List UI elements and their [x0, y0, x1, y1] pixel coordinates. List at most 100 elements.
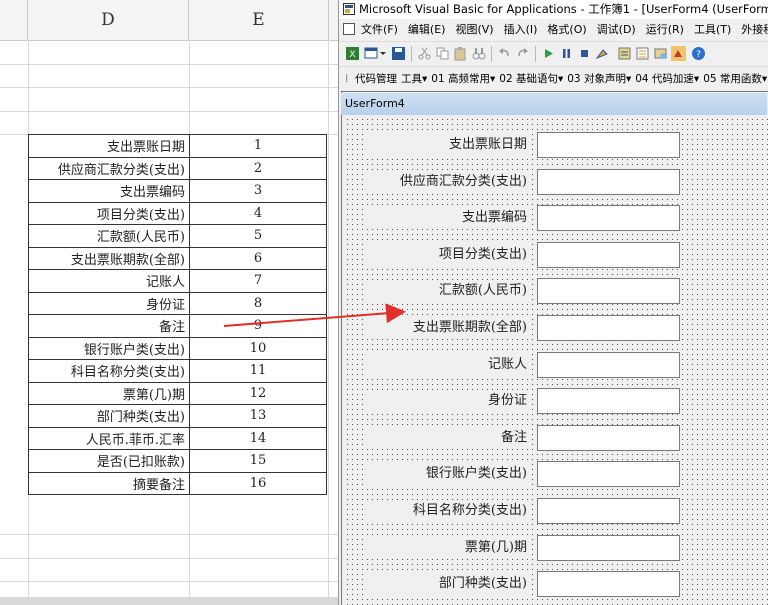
- cell-number[interactable]: 5: [189, 224, 327, 248]
- form-label[interactable]: 支出票编码: [367, 207, 529, 230]
- menu-item[interactable]: 运行(R): [646, 19, 684, 41]
- cell-number[interactable]: 3: [189, 179, 327, 203]
- menu-item[interactable]: 插入(I): [504, 19, 538, 41]
- form-textbox[interactable]: [537, 241, 680, 268]
- excel-view-icon[interactable]: X: [345, 46, 360, 61]
- cell-label[interactable]: 支出票账日期: [28, 134, 190, 158]
- cell-label[interactable]: 项目分类(支出): [28, 201, 190, 225]
- column-header-e[interactable]: E: [189, 0, 329, 40]
- cell-label[interactable]: 记账人: [28, 269, 190, 293]
- cell-label[interactable]: 支出票编码: [28, 179, 190, 203]
- toolbar2-item[interactable]: 05 常用函数▾: [703, 67, 767, 91]
- redo-icon[interactable]: [515, 46, 530, 61]
- menu-item[interactable]: 外接程序(: [741, 19, 768, 41]
- toolbar2-item[interactable]: 代码管理: [355, 67, 397, 91]
- form-textbox[interactable]: [537, 498, 680, 524]
- cell-label[interactable]: 部门种类(支出): [28, 404, 190, 428]
- form-label[interactable]: 汇款额(人民币): [367, 280, 529, 303]
- cell-label[interactable]: 供应商汇款分类(支出): [28, 156, 190, 180]
- cell-number[interactable]: 4: [189, 201, 327, 225]
- form-label[interactable]: 记账人: [367, 353, 529, 376]
- cell-number[interactable]: 16: [189, 471, 327, 495]
- form-label[interactable]: 备注: [367, 426, 529, 449]
- window-menu-icon[interactable]: [343, 23, 355, 35]
- toolbar2-item[interactable]: 工具▾: [401, 67, 427, 91]
- menu-item[interactable]: 编辑(E): [408, 19, 446, 41]
- toolbar-grip-icon[interactable]: ⁞: [345, 67, 355, 91]
- form-textbox[interactable]: [537, 168, 680, 195]
- cell-label[interactable]: 备注: [28, 314, 190, 338]
- cell-label[interactable]: 汇款额(人民币): [28, 224, 190, 248]
- form-textbox[interactable]: [537, 534, 680, 561]
- menu-item[interactable]: 视图(V): [455, 19, 493, 41]
- insert-userform-icon[interactable]: [364, 46, 379, 61]
- form-textbox[interactable]: [537, 351, 680, 378]
- form-textbox[interactable]: [537, 205, 680, 232]
- form-textbox[interactable]: [537, 461, 680, 488]
- column-header-d[interactable]: D: [28, 0, 189, 40]
- cell-number[interactable]: 14: [189, 426, 327, 450]
- form-label[interactable]: 身份证: [367, 390, 529, 413]
- column-header-c-partial[interactable]: [0, 0, 28, 40]
- cell-number[interactable]: 9: [189, 314, 327, 338]
- form-label[interactable]: 供应商汇款分类(支出): [367, 170, 529, 193]
- menu-item[interactable]: 调试(D): [597, 19, 636, 41]
- form-textbox[interactable]: [537, 388, 680, 415]
- properties-window-icon[interactable]: [635, 46, 650, 61]
- menu-item[interactable]: 工具(T): [694, 19, 731, 41]
- paste-icon[interactable]: [453, 46, 468, 61]
- form-label[interactable]: 票第(几)期: [367, 536, 529, 559]
- cell-label[interactable]: 支出票账期款(全部): [28, 246, 190, 270]
- run-icon[interactable]: [541, 46, 556, 61]
- toolbar2-item[interactable]: 01 高频常用▾: [431, 67, 495, 91]
- form-label[interactable]: 部门种类(支出): [367, 573, 529, 596]
- find-icon[interactable]: [471, 46, 486, 61]
- form-textbox[interactable]: [537, 315, 680, 341]
- copy-icon[interactable]: [435, 46, 450, 61]
- cell-number[interactable]: 7: [189, 269, 327, 293]
- cell-label[interactable]: 摘要备注: [28, 471, 190, 495]
- cell-label[interactable]: 是否(已扣账款): [28, 449, 190, 473]
- form-label[interactable]: 支出票账日期: [367, 134, 529, 156]
- toolbar2-item[interactable]: 02 基础语句▾: [499, 67, 563, 91]
- toolbar2-item[interactable]: 04 代码加速▾: [635, 67, 699, 91]
- toolbar2-item[interactable]: 03 对象声明▾: [567, 67, 631, 91]
- project-explorer-icon[interactable]: [617, 46, 632, 61]
- undo-icon[interactable]: [497, 46, 512, 61]
- cell-number[interactable]: 11: [189, 359, 327, 383]
- cell-number[interactable]: 12: [189, 381, 327, 405]
- cut-icon[interactable]: [417, 46, 432, 61]
- sheet-scrollbar[interactable]: [0, 597, 338, 605]
- form-label[interactable]: 项目分类(支出): [367, 243, 529, 266]
- design-mode-icon[interactable]: [595, 46, 610, 61]
- cell-label[interactable]: 银行账户类(支出): [28, 336, 190, 360]
- cell-number[interactable]: 10: [189, 336, 327, 360]
- cell-label[interactable]: 科目名称分类(支出): [28, 359, 190, 383]
- cell-number[interactable]: 2: [189, 156, 327, 180]
- toolbox-icon[interactable]: [671, 46, 686, 61]
- cell-number[interactable]: 15: [189, 449, 327, 473]
- insert-dropdown-icon[interactable]: [379, 46, 387, 61]
- pause-icon[interactable]: [559, 46, 574, 61]
- form-textbox[interactable]: [537, 278, 680, 305]
- form-label[interactable]: 支出票账期款(全部): [367, 317, 529, 339]
- cell-number[interactable]: 13: [189, 404, 327, 428]
- form-textbox[interactable]: [537, 571, 680, 598]
- cell-number[interactable]: 6: [189, 246, 327, 270]
- form-label[interactable]: 科目名称分类(支出): [367, 500, 529, 522]
- cell-label[interactable]: 票第(几)期: [28, 381, 190, 405]
- reset-icon[interactable]: [577, 46, 592, 61]
- form-label[interactable]: 银行账户类(支出): [367, 463, 529, 486]
- menu-item[interactable]: 格式(O): [547, 19, 586, 41]
- cell-number[interactable]: 1: [189, 134, 327, 158]
- save-icon[interactable]: [391, 46, 406, 61]
- cell-number[interactable]: 8: [189, 291, 327, 315]
- form-textbox[interactable]: [537, 132, 680, 158]
- userform-body[interactable]: 支出票账日期 供应商汇款分类(支出) 支出票编码项目分类(支出) 汇款额(人民币) 支出…: [345, 117, 768, 605]
- object-browser-icon[interactable]: [653, 46, 668, 61]
- help-icon[interactable]: ?: [691, 46, 706, 61]
- cell-label[interactable]: 身份证: [28, 291, 190, 315]
- userform-titlebar[interactable]: UserForm4: [341, 93, 767, 115]
- menu-item[interactable]: 文件(F): [361, 19, 398, 41]
- form-textbox[interactable]: [537, 424, 680, 451]
